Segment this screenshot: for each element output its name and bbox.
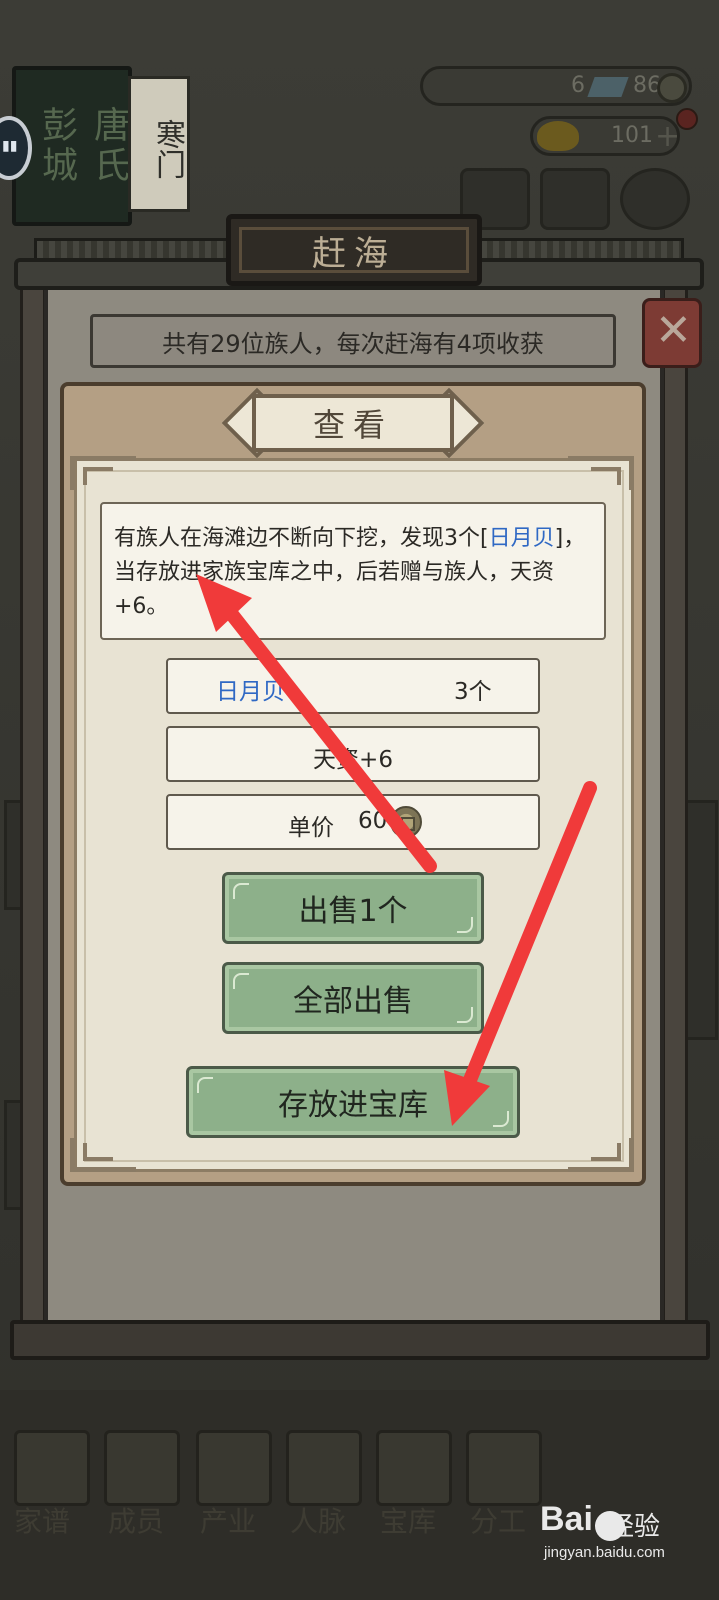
description-box: 有族人在海滩边不断向下挖，发现3个[日月贝]，当存放进家族宝库之中，后若赠与族人… [100,502,606,640]
sell-one-label: 出售1个 [298,894,408,929]
description-before: 有族人在海滩边不断向下挖，发现3个[ [114,526,489,551]
item-count: 3个 [454,679,492,705]
scroll-rod-left [20,284,46,1344]
rank-plate: 寒门 [128,76,190,212]
currency-bar: 6 86 [420,66,692,106]
clan-sign-left-text: 彭城 [36,106,77,186]
price-label: 单价 [288,815,334,841]
info-bar: 共有29位族人，每次赶海有4项收获 [90,314,616,368]
watermark-url: jingyan.baidu.com [544,1544,665,1561]
nav-division-icon [466,1430,542,1506]
close-icon: ✕ [655,305,692,356]
rank-plate-text: 寒门 [150,119,185,179]
title-plate: 查看 [252,394,454,452]
effect-row: 天资+6 [166,726,540,782]
window-title: 赶海 [312,233,396,274]
clan-sign-right-text: 唐氏 [88,106,129,186]
modal-scroll-bottom [10,1320,710,1360]
window-title-frame: 赶海 [239,227,469,274]
store-in-treasury-button[interactable]: 存放进宝库 [186,1066,520,1138]
notification-dot [676,108,698,130]
info-text: 共有29位族人，每次赶海有4项收获 [162,329,544,358]
nav-treasury-icon [376,1430,452,1506]
window-title-board: 赶海 [226,214,482,286]
sell-all-button[interactable]: 全部出售 [222,962,484,1034]
nav-connections-icon [286,1430,362,1506]
gold-bar: 101 + [530,116,680,156]
sell-all-label: 全部出售 [293,984,413,1019]
nav-item-members[interactable]: 成员 [108,1500,164,1540]
baidu-watermark: Bai 经验 jingyan.baidu.com [540,1500,665,1561]
scroll-rod-right [662,284,688,1344]
nav-item-industry[interactable]: 产业 [200,1500,256,1540]
description-text: 有族人在海滩边不断向下挖，发现3个[日月贝]，当存放进家族宝库之中，后若赠与族人… [114,522,592,624]
item-name[interactable]: 日月贝 [216,672,285,706]
popup-title: 查看 [312,406,393,444]
item-row: 日月贝 3个 [166,658,540,714]
copper-coin-icon [390,806,422,838]
watermark-subtitle: 经验 [608,1512,661,1542]
gold-ingot-icon [537,121,579,151]
popup-title-plaque: 查看 [221,387,485,459]
store-in-treasury-label: 存放进宝库 [278,1088,428,1123]
sell-one-button[interactable]: 出售1个 [222,872,484,944]
coin-icon [657,73,687,103]
price-row: 单价 60 [166,794,540,850]
fret-corner-top-right [568,456,634,490]
scroll-icon[interactable] [540,168,610,230]
nav-item-treasury[interactable]: 宝库 [380,1500,436,1540]
fret-corner-bottom-right [568,1138,634,1172]
portrait-icon[interactable] [620,168,690,230]
gem-icon [587,77,629,97]
close-button[interactable]: ✕ [642,298,702,368]
gem-count: 6 [571,73,585,98]
nav-industry-icon [196,1430,272,1506]
gold-count: 101 [611,123,653,148]
nav-item-genealogy[interactable]: 家谱 [14,1500,70,1540]
nav-item-connections[interactable]: 人脉 [290,1500,346,1540]
nav-item-division[interactable]: 分工 [470,1500,526,1540]
price-value: 60 [358,808,388,834]
description-item-link[interactable]: 日月贝 [489,526,555,551]
effect-text: 天资+6 [313,747,393,773]
watermark-brand: Bai [540,1500,593,1538]
nav-members-icon [104,1430,180,1506]
fret-corner-bottom-left [70,1138,136,1172]
fret-corner-top-left [70,456,136,490]
nav-genealogy-icon [14,1430,90,1506]
